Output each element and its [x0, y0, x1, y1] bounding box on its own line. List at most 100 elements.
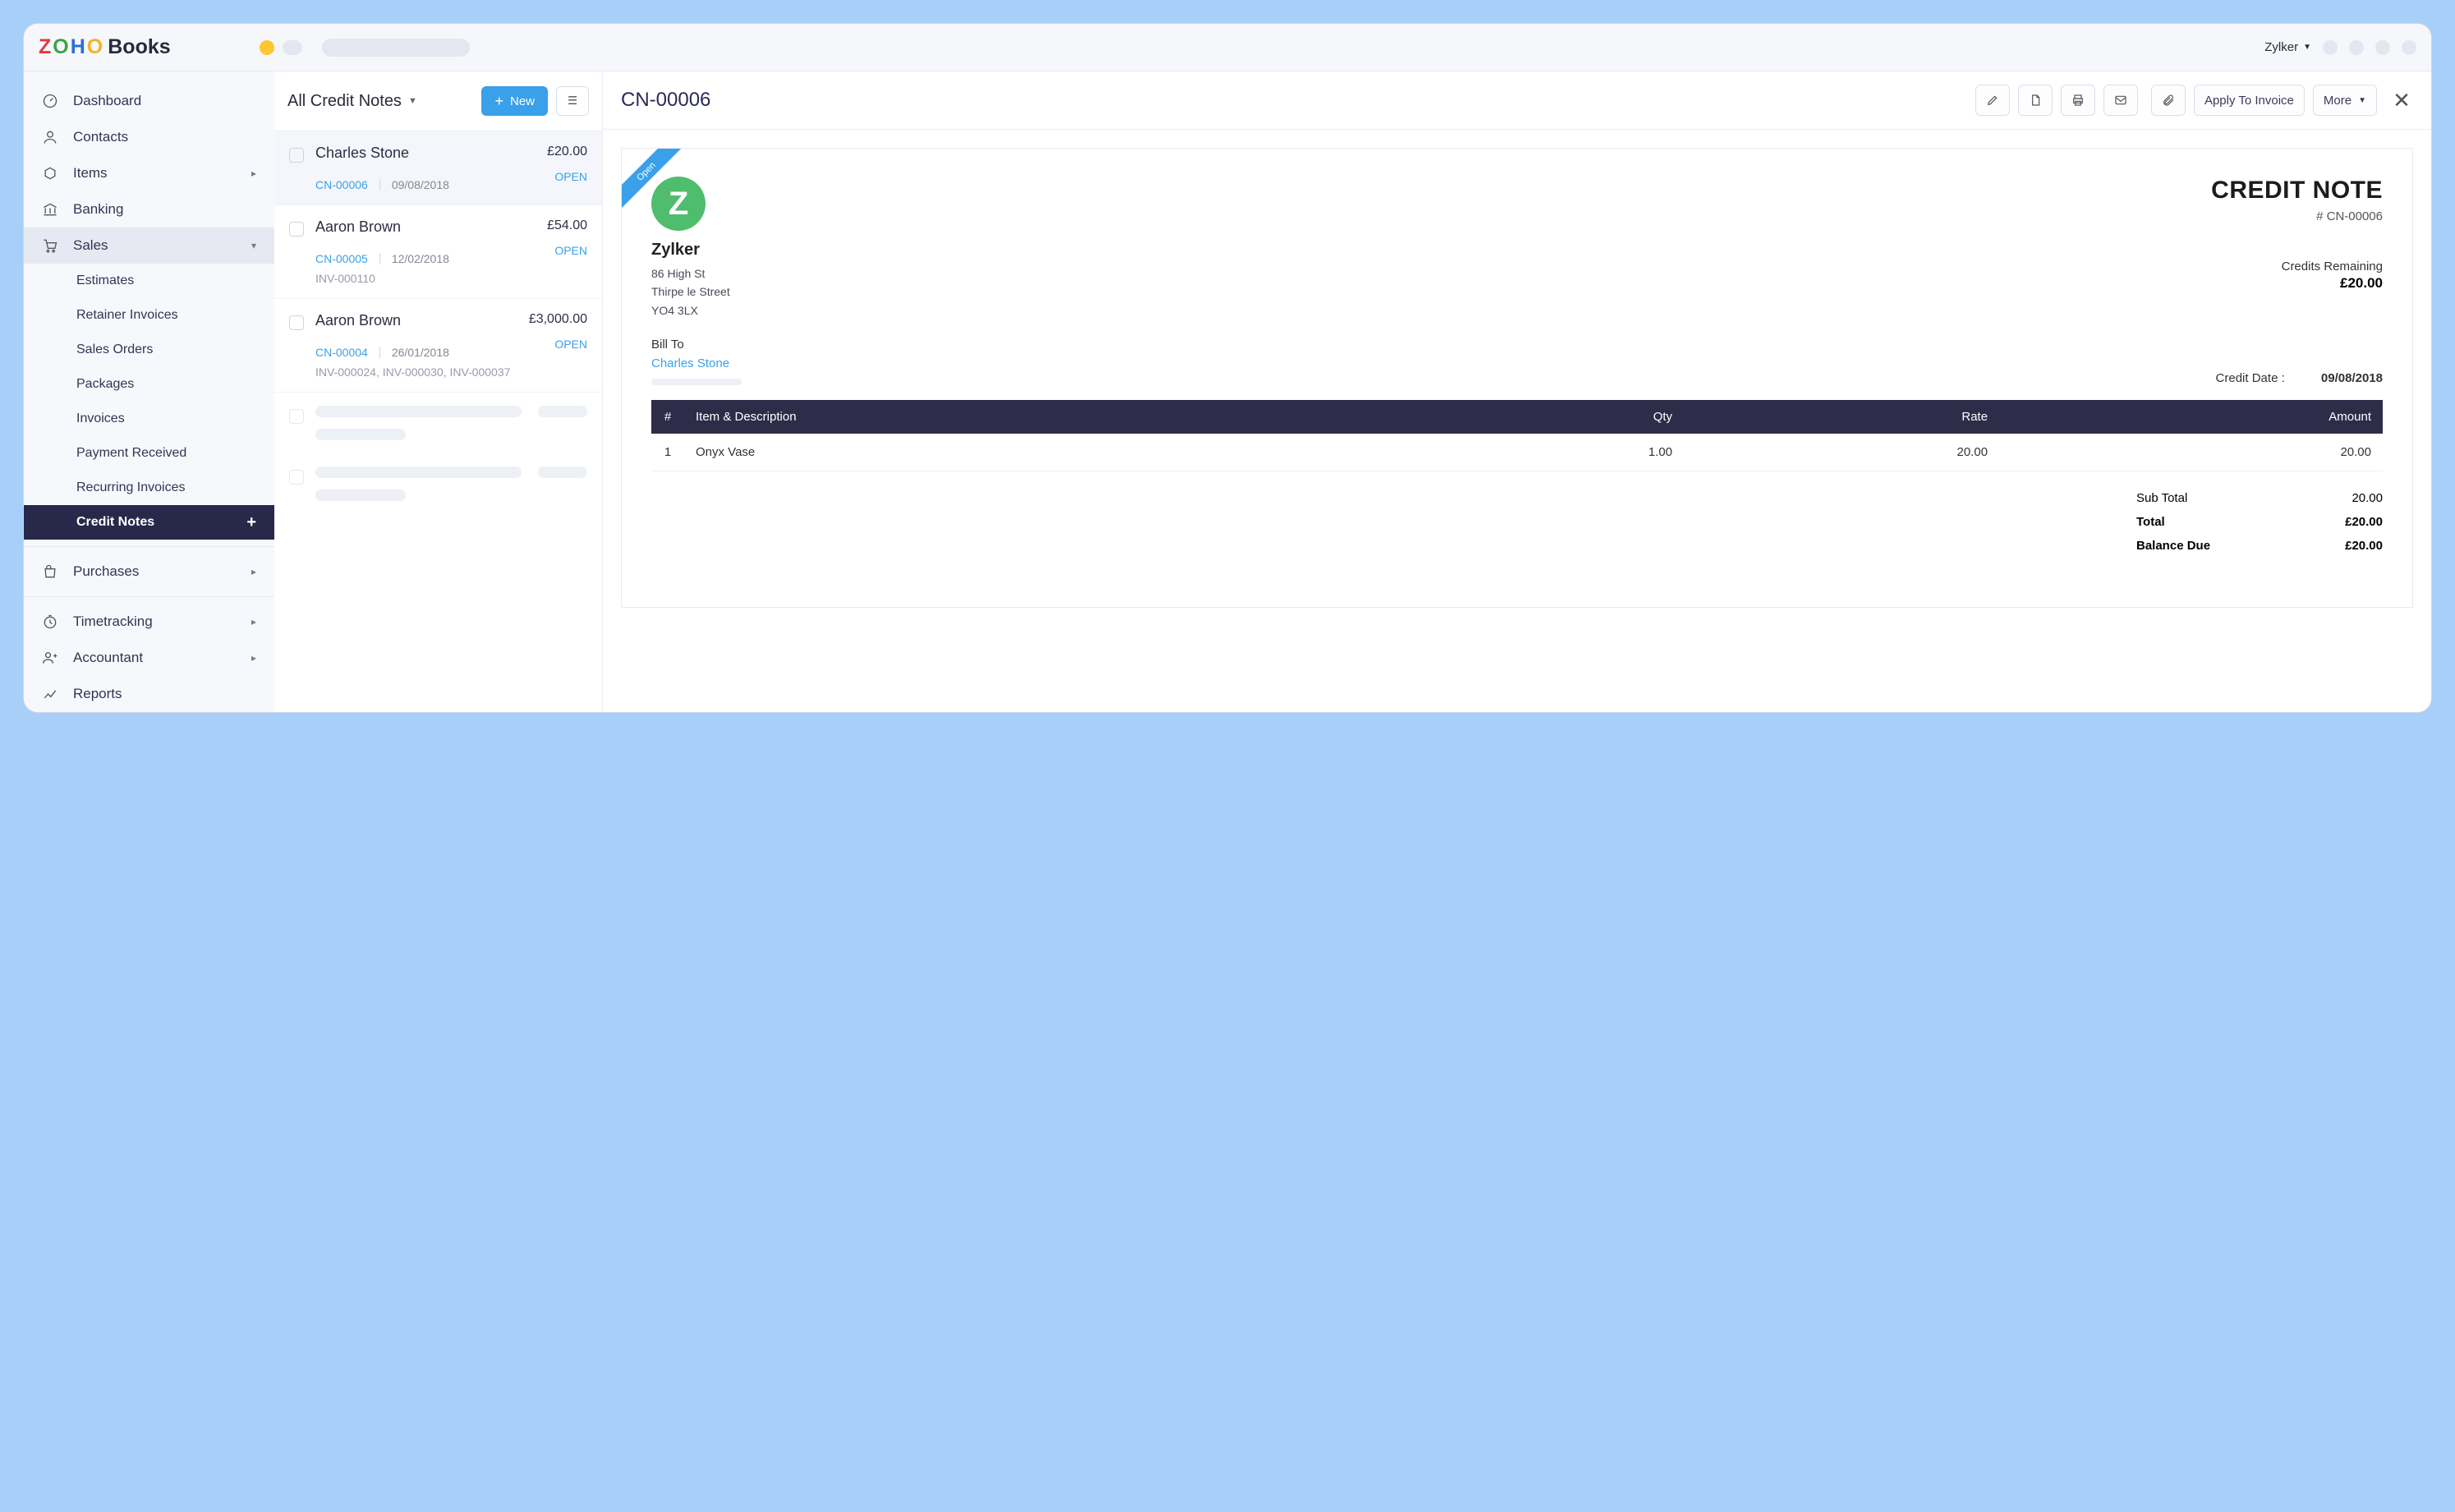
nav-sales[interactable]: Sales ▾ [24, 227, 274, 264]
more-button[interactable]: More ▼ [2313, 85, 2377, 116]
nav-banking[interactable]: Banking [24, 191, 274, 227]
nav-invoices[interactable]: Invoices [24, 402, 274, 436]
list-menu-button[interactable]: ☰ [556, 86, 589, 116]
nav-estimates[interactable]: Estimates [24, 264, 274, 298]
col-qty: Qty [1409, 400, 1684, 434]
row-amount: £20.00 [547, 145, 587, 162]
nav-packages[interactable]: Packages [24, 367, 274, 402]
print-button[interactable] [2061, 85, 2095, 116]
line-item-row: 1 Onyx Vase 1.00 20.00 20.00 [651, 434, 2383, 471]
edit-button[interactable] [1975, 85, 2010, 116]
topbar: ZOHO Books Zylker ▼ [24, 24, 2431, 71]
skeleton-row [274, 393, 602, 453]
balance-due-value: £20.00 [2345, 539, 2383, 553]
line-amount: 20.00 [1999, 434, 2383, 471]
col-amount: Amount [1999, 400, 2383, 434]
mail-icon [2114, 94, 2127, 107]
nav-reports[interactable]: Reports [24, 676, 274, 712]
new-button[interactable]: + New [481, 86, 548, 116]
row-date: 09/08/2018 [392, 178, 449, 191]
col-rate: Rate [1684, 400, 1999, 434]
app-logo: ZOHO Books [39, 35, 171, 59]
total-value: £20.00 [2345, 515, 2383, 529]
row-invoice-refs: INV-000024, INV-000030, INV-000037 [315, 365, 587, 379]
document-number: # CN-00006 [2211, 209, 2383, 223]
tab-dot-active [260, 40, 274, 55]
list-row[interactable]: Charles Stone £20.00 CN-00006 09/08/2018… [274, 131, 602, 205]
org-switcher[interactable]: Zylker ▼ [2264, 40, 2311, 54]
attach-button[interactable] [2151, 85, 2186, 116]
subtotal-value: 20.00 [2352, 491, 2383, 505]
pdf-icon [2029, 94, 2042, 107]
nav-items[interactable]: Items ▸ [24, 155, 274, 191]
row-checkbox[interactable] [289, 148, 304, 163]
banking-icon [42, 201, 58, 218]
credits-remaining-value: £20.00 [2211, 275, 2383, 292]
chevron-right-icon: ▸ [251, 652, 256, 664]
pdf-button[interactable] [2018, 85, 2053, 116]
nav-dashboard[interactable]: Dashboard [24, 83, 274, 119]
bill-to-label: Bill To [651, 338, 742, 352]
email-button[interactable] [2103, 85, 2138, 116]
nav-payment-received[interactable]: Payment Received [24, 436, 274, 471]
line-item-name: Onyx Vase [684, 434, 1409, 471]
line-rate: 20.00 [1684, 434, 1999, 471]
paperclip-icon [2162, 94, 2175, 107]
nav-timetracking[interactable]: Timetracking ▸ [24, 604, 274, 640]
browser-tabs-placeholder [260, 39, 470, 57]
caret-down-icon: ▼ [2303, 43, 2311, 52]
document-type: CREDIT NOTE [2211, 177, 2383, 205]
close-icon: ✕ [2393, 88, 2411, 113]
close-button[interactable]: ✕ [2390, 88, 2413, 113]
header-action-2[interactable] [2349, 40, 2364, 55]
subtotal-label: Sub Total [2136, 491, 2187, 505]
plus-icon: + [494, 94, 503, 108]
nav-sales-orders[interactable]: Sales Orders [24, 333, 274, 367]
list-title-dropdown[interactable]: All Credit Notes ▼ [287, 92, 473, 111]
row-status: OPEN [554, 338, 587, 359]
list-pane: All Credit Notes ▼ + New ☰ Charles Stone [274, 71, 603, 712]
row-doc-id: CN-00006 [315, 178, 368, 191]
nav-retainer-invoices[interactable]: Retainer Invoices [24, 298, 274, 333]
nav-credit-notes[interactable]: Credit Notes + [24, 505, 274, 540]
caret-down-icon: ▾ [251, 240, 256, 251]
hamburger-icon: ☰ [568, 94, 577, 108]
totals-section: Sub Total20.00 Total£20.00 Balance Due£2… [2136, 486, 2383, 558]
row-checkbox[interactable] [289, 222, 304, 237]
divider [24, 596, 274, 597]
credit-date: Credit Date : 09/08/2018 [2216, 371, 2383, 385]
list-row[interactable]: Aaron Brown £54.00 CN-00005 12/02/2018 O… [274, 205, 602, 299]
nav-accountant[interactable]: Accountant ▸ [24, 640, 274, 676]
plus-icon[interactable]: + [246, 513, 256, 532]
detail-pane: CN-00006 Apply To Invoice More ▼ ✕ [603, 71, 2431, 712]
chevron-right-icon: ▸ [251, 566, 256, 577]
bill-address-placeholder [651, 379, 742, 385]
print-icon [2071, 94, 2085, 107]
apply-to-invoice-button[interactable]: Apply To Invoice [2194, 85, 2305, 116]
list-row[interactable]: Aaron Brown £3,000.00 CN-00004 26/01/201… [274, 299, 602, 393]
row-amount: £3,000.00 [529, 312, 587, 329]
clock-icon [42, 614, 58, 630]
line-num: 1 [651, 434, 684, 471]
line-items-table: # Item & Description Qty Rate Amount 1 O… [651, 400, 2383, 471]
status-ribbon: Open [622, 149, 687, 214]
nav-contacts[interactable]: Contacts [24, 119, 274, 155]
row-customer-name: Aaron Brown [315, 312, 401, 329]
col-num: # [651, 400, 684, 434]
row-status: OPEN [554, 244, 587, 265]
caret-down-icon: ▼ [2358, 96, 2366, 105]
row-date: 12/02/2018 [392, 252, 449, 265]
purchases-icon [42, 563, 58, 580]
nav-purchases[interactable]: Purchases ▸ [24, 554, 274, 590]
row-doc-id: CN-00004 [315, 346, 368, 359]
tab-pill [283, 40, 302, 55]
header-action-1[interactable] [2323, 40, 2338, 55]
nav-recurring-invoices[interactable]: Recurring Invoices [24, 471, 274, 505]
divider [24, 546, 274, 547]
row-checkbox[interactable] [289, 315, 304, 330]
header-action-4[interactable] [2402, 40, 2416, 55]
items-icon [42, 165, 58, 182]
row-status: OPEN [554, 170, 587, 191]
header-action-3[interactable] [2375, 40, 2390, 55]
bill-to-name[interactable]: Charles Stone [651, 356, 742, 370]
